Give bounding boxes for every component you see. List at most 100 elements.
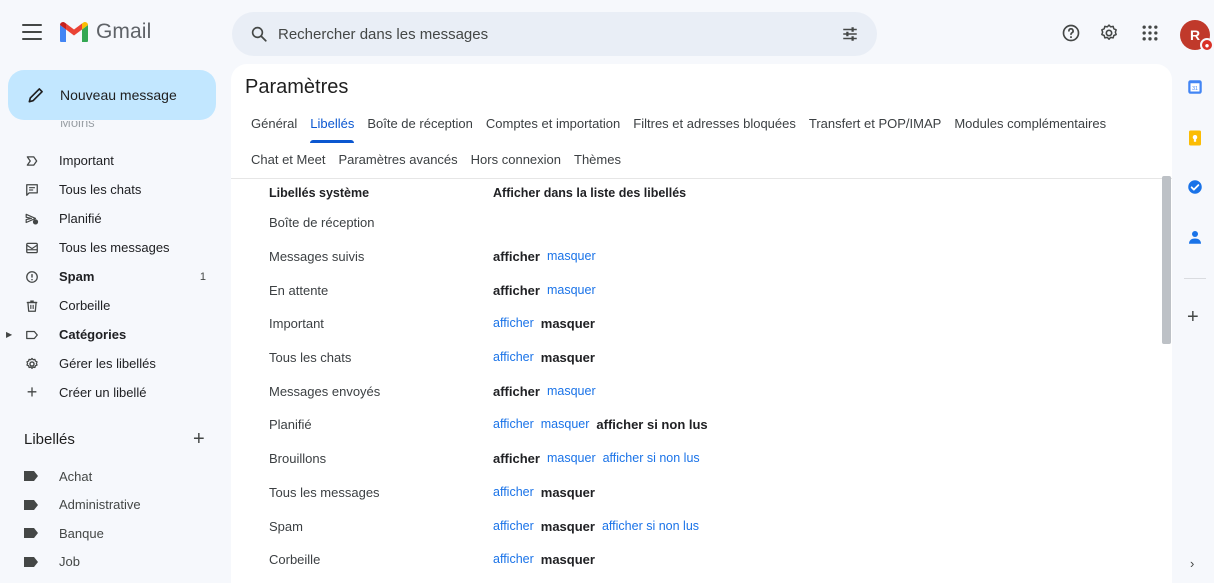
- visibility-option-masquer: masquer: [540, 484, 595, 500]
- system-label-name: Boîte de réception: [269, 215, 375, 231]
- sidebar-item-important[interactable]: Important: [0, 146, 224, 175]
- system-label-name: Important: [269, 316, 324, 332]
- visibility-option-masquer[interactable]: masquer: [547, 384, 596, 399]
- expand-arrow-icon[interactable]: ▶: [6, 330, 12, 339]
- visibility-options: afficher masquer: [493, 249, 603, 264]
- main-menu-button[interactable]: [22, 24, 42, 40]
- important-icon: [24, 153, 40, 169]
- search-input[interactable]: [278, 25, 818, 43]
- visibility-option-masquer[interactable]: masquer: [547, 451, 596, 466]
- tab-comptes-et-importation[interactable]: Comptes et importation: [486, 116, 620, 136]
- visibility-option-masquer: masquer: [540, 518, 595, 534]
- tab-chat-et-meet[interactable]: Chat et Meet: [251, 152, 325, 172]
- contacts-icon[interactable]: [1186, 228, 1204, 246]
- compose-label: Nouveau message: [60, 87, 177, 103]
- settings-gear-icon[interactable]: [1099, 23, 1119, 43]
- label-item-achat[interactable]: Achat: [0, 462, 224, 491]
- table-row: Spam afficher masquer afficher si non lus: [269, 509, 1139, 543]
- table-row: Messages envoyés afficher masquer: [269, 374, 1139, 408]
- rail-divider: [1184, 278, 1206, 279]
- visibility-option-masquer: masquer: [540, 316, 595, 332]
- tab-filtres-et-adresses-bloqu-es[interactable]: Filtres et adresses bloquées: [633, 116, 796, 136]
- tab-hors-connexion[interactable]: Hors connexion: [471, 152, 561, 172]
- sidebar-item-less-cut[interactable]: Moins: [60, 121, 95, 133]
- system-label-name: Brouillons: [269, 451, 327, 467]
- label-item-banque[interactable]: Banque: [0, 519, 224, 548]
- sidebar-item-label: Catégories: [59, 327, 127, 342]
- visibility-option-masquer[interactable]: masquer: [541, 417, 590, 432]
- table-row: En attente afficher masquer: [269, 273, 1139, 307]
- visibility-option-afficher[interactable]: afficher: [493, 485, 534, 500]
- tab-th-mes[interactable]: Thèmes: [574, 152, 621, 172]
- tasks-icon[interactable]: [1186, 178, 1204, 196]
- tab-transfert-et-pop-imap[interactable]: Transfert et POP/IMAP: [809, 116, 941, 136]
- keep-notes-icon[interactable]: [1186, 129, 1204, 147]
- sidebar-nav: Important Tous les chats Planifié Tous l…: [0, 146, 224, 407]
- table-row: Corbeille afficher masquer: [269, 543, 1139, 577]
- sidebar-item-label: Important: [59, 153, 114, 168]
- sidebar-item-label: Créer un libellé: [59, 385, 147, 400]
- visibility-option-afficher-si-non-lus[interactable]: afficher si non lus: [602, 519, 699, 534]
- chat-icon: [24, 182, 40, 198]
- gmail-logo[interactable]: Gmail: [58, 20, 151, 44]
- label-item-job[interactable]: Job: [0, 548, 224, 577]
- tab-bo-te-de-r-ception[interactable]: Boîte de réception: [367, 116, 473, 136]
- visibility-option-masquer[interactable]: masquer: [547, 283, 596, 298]
- sidebar-item-all-mail[interactable]: Tous les messages: [0, 233, 224, 262]
- tabs-divider: [231, 178, 1172, 179]
- apps-grid-icon[interactable]: [1140, 23, 1160, 43]
- avatar-initial: R: [1189, 27, 1201, 43]
- visibility-option-afficher: afficher: [493, 383, 540, 399]
- visibility-option-masquer: masquer: [540, 552, 595, 568]
- sidebar-item-trash[interactable]: Corbeille: [0, 291, 224, 320]
- label-outline-icon: [24, 327, 40, 343]
- system-labels-table: Libellés système Afficher dans la liste …: [269, 186, 1139, 577]
- label-name: Administrative: [59, 497, 141, 513]
- account-avatar[interactable]: R ●: [1180, 20, 1214, 52]
- visibility-option-masquer[interactable]: masquer: [547, 249, 596, 264]
- gear-icon: [24, 356, 40, 372]
- get-addons-plus-icon[interactable]: +: [1187, 306, 1199, 329]
- visibility-option-afficher[interactable]: afficher: [493, 350, 534, 365]
- system-label-name: Messages envoyés: [269, 383, 381, 399]
- settings-tabs-row-2: Chat et Meet Paramètres avancés Hors conne…: [251, 152, 1151, 172]
- visibility-options: afficher masquer: [493, 384, 603, 399]
- visibility-option-afficher: afficher: [493, 282, 540, 298]
- visibility-option-afficher: afficher: [493, 249, 540, 265]
- label-tag-icon: [24, 499, 38, 510]
- visibility-option-afficher[interactable]: afficher: [493, 316, 534, 331]
- show-side-panel-chevron-icon[interactable]: ›: [1190, 556, 1194, 571]
- labels-section-title: Libellés: [24, 431, 75, 448]
- trash-icon: [24, 298, 40, 314]
- search-options-icon[interactable]: [841, 25, 859, 43]
- tab-param-tres-avanc-s[interactable]: Paramètres avancés: [338, 152, 457, 172]
- visibility-option-afficher[interactable]: afficher: [493, 519, 534, 534]
- visibility-options: afficher masquer afficher si non lus: [493, 519, 706, 534]
- sidebar-item-scheduled[interactable]: Planifié: [0, 204, 224, 233]
- search-icon[interactable]: [250, 25, 268, 43]
- visibility-option-afficher-si-non-lus[interactable]: afficher si non lus: [603, 451, 700, 466]
- sidebar-item-spam[interactable]: Spam 1: [0, 262, 224, 291]
- add-label-icon[interactable]: +: [193, 428, 205, 451]
- sidebar-item-create-label[interactable]: + Créer un libellé: [0, 378, 224, 407]
- label-name: Job: [59, 554, 80, 570]
- tab-g-n-ral[interactable]: Général: [251, 116, 297, 136]
- visibility-option-afficher: afficher: [493, 451, 540, 467]
- sidebar-item-manage-labels[interactable]: Gérer les libellés: [0, 349, 224, 378]
- sidebar-item-categories[interactable]: ▶ Catégories: [0, 320, 224, 349]
- table-row: Planifié afficher masquer afficher si non l…: [269, 408, 1139, 442]
- calendar-icon[interactable]: 31: [1186, 78, 1204, 96]
- system-label-name: Spam: [269, 518, 303, 534]
- sidebar-item-all-chats[interactable]: Tous les chats: [0, 175, 224, 204]
- gmail-m-icon: [60, 22, 88, 42]
- search-bar[interactable]: [232, 12, 877, 56]
- vertical-scrollbar[interactable]: [1162, 176, 1171, 344]
- tab-modules-compl-mentaires[interactable]: Modules complémentaires: [954, 116, 1106, 136]
- visibility-option-afficher[interactable]: afficher: [493, 552, 534, 567]
- help-icon[interactable]: [1061, 23, 1081, 43]
- visibility-option-afficher[interactable]: afficher: [493, 417, 534, 432]
- label-item-administrative[interactable]: Administrative: [0, 491, 224, 520]
- compose-button[interactable]: Nouveau message: [8, 70, 216, 120]
- tab-libell-s[interactable]: Libellés: [310, 116, 355, 143]
- pencil-icon: [28, 88, 43, 103]
